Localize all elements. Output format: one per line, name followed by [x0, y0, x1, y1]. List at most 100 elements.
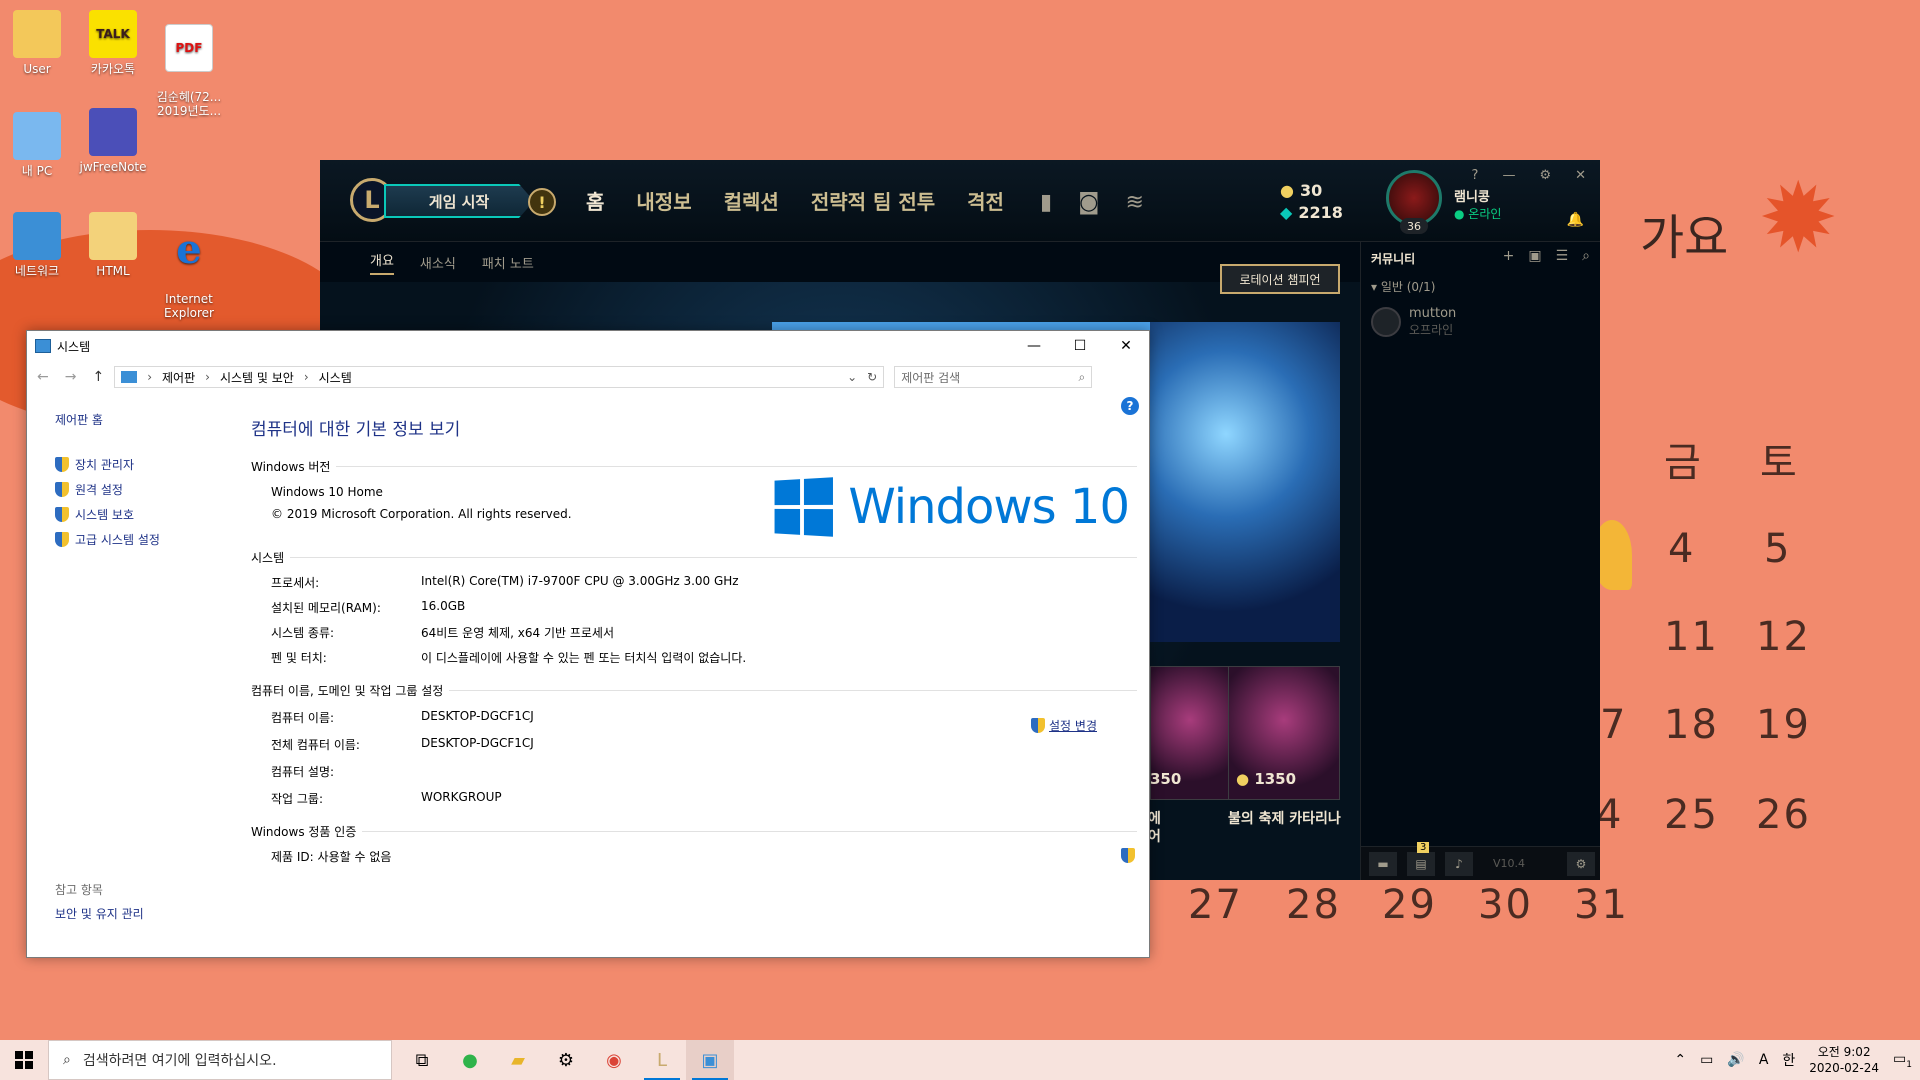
social-icons: + ▣ ☰ ⌕ — [1503, 248, 1590, 264]
breadcrumb-control-panel[interactable]: 제어판 — [162, 369, 195, 386]
add-friend-icon[interactable]: + — [1503, 248, 1515, 264]
nav-home[interactable]: 홈 — [570, 186, 620, 215]
back-icon[interactable]: ← — [37, 369, 49, 385]
chat-icon[interactable]: ▬ — [1369, 851, 1397, 876]
breadcrumb-system[interactable]: 시스템 — [319, 369, 352, 386]
nav-profile[interactable]: 내정보 — [620, 186, 707, 215]
file-explorer-icon[interactable]: ▰ — [494, 1040, 542, 1080]
league-window-controls: ? — ⚙ ✕ — [1472, 168, 1586, 183]
desktop-icon-network[interactable]: 네트워크 — [0, 212, 74, 278]
minimize-icon[interactable]: — — [1502, 168, 1515, 183]
address-bar[interactable]: › 제어판 › 시스템 및 보안 › 시스템 ⌄ ↻ — [114, 366, 885, 388]
desktop-icon-label: 네트워크 — [14, 264, 60, 278]
change-settings-link[interactable]: 설정 변경 — [1031, 717, 1097, 734]
forward-icon[interactable]: → — [65, 369, 77, 385]
currency-display[interactable]: ● 30 ◆ 2218 — [1280, 180, 1343, 224]
taskbar-search[interactable]: ⌕ 검색하려면 여기에 입력하십시오. — [48, 1040, 392, 1080]
search-icon[interactable]: ⌕ — [1582, 248, 1590, 264]
chevron-up-icon[interactable]: ⌃ — [1674, 1052, 1686, 1068]
up-icon[interactable]: ↑ — [92, 369, 104, 385]
missions-icon[interactable]: ▤ 3 — [1407, 841, 1435, 876]
breadcrumb-system-security[interactable]: 시스템 및 보안 — [220, 369, 294, 386]
subnav-overview[interactable]: 개요 — [370, 250, 394, 275]
subnav-patch-notes[interactable]: 패치 노트 — [482, 253, 534, 272]
calendar-day: 12 — [1756, 614, 1811, 660]
featured-splash-art[interactable] — [1150, 322, 1340, 642]
clock-date: 2020-02-24 — [1809, 1061, 1880, 1075]
summoner-info[interactable]: 램니콩 ● 온라인 — [1454, 186, 1501, 222]
nav-tft[interactable]: 전략적 팀 전투 — [795, 186, 951, 215]
loot-icon[interactable]: ▮ — [1040, 190, 1052, 215]
store-icon[interactable]: ◙ — [1078, 190, 1099, 215]
league-subnav: 개요 새소식 패치 노트 — [320, 242, 1360, 282]
green-app-icon[interactable]: ● — [446, 1040, 494, 1080]
friend-group[interactable]: ▾ 일반 (0/1) — [1371, 278, 1435, 295]
calendar-day: 25 — [1664, 792, 1719, 838]
blue-essence-icon: ◆ — [1280, 203, 1293, 222]
notification-center-icon[interactable]: ▭1 — [1893, 1051, 1912, 1070]
desktop-icon-label: jwFreeNote — [79, 160, 147, 174]
advanced-settings-link[interactable]: 고급 시스템 설정 — [55, 531, 255, 548]
social-panel: 커뮤니티 + ▣ ☰ ⌕ ▾ 일반 (0/1) mutton 오프라인 ▬ ▤ 3… — [1360, 242, 1600, 880]
subnav-news[interactable]: 새소식 — [420, 253, 456, 272]
friend-item[interactable]: mutton 오프라인 — [1371, 306, 1456, 338]
rotation-champions-button[interactable]: 로테이션 챔피언 — [1220, 264, 1340, 294]
settings-icon[interactable]: ⚙ — [542, 1040, 590, 1080]
security-maintenance-link[interactable]: 보안 및 유지 관리 — [55, 905, 144, 922]
desktop-icon-kakaotalk[interactable]: TALK 카카오톡 — [76, 10, 150, 76]
folder-user-icon — [13, 10, 61, 58]
chevron-down-icon[interactable]: ⌄ — [847, 370, 857, 384]
windows-10-logo: Windows 10 — [772, 477, 1130, 537]
main-pane: 컴퓨터에 대한 기본 정보 보기 Windows 버전 Windows 10 H… — [251, 415, 1137, 865]
summoner-status: ● 온라인 — [1454, 207, 1502, 221]
remote-settings-link[interactable]: 원격 설정 — [55, 481, 255, 498]
coins-icon[interactable]: ≋ — [1125, 190, 1143, 215]
desktop-icon-user[interactable]: User — [0, 10, 74, 76]
desktop-icon-html[interactable]: HTML — [76, 212, 150, 278]
voice-icon[interactable]: ♪ — [1445, 851, 1473, 876]
nav-clash[interactable]: 격전 — [951, 186, 1020, 215]
ime-hangul-indicator[interactable]: 한 — [1782, 1050, 1795, 1070]
social-footer: ▬ ▤ 3 ♪ V10.4 ⚙ — [1361, 841, 1600, 880]
clock[interactable]: 오전 9:02 2020-02-24 — [1809, 1044, 1879, 1076]
nav-collection[interactable]: 컬렉션 — [708, 186, 795, 215]
calendar-fri-header: 금 — [1664, 440, 1703, 486]
system-title-bar[interactable]: 시스템 — [27, 331, 1149, 361]
help-icon[interactable]: ? — [1121, 397, 1139, 415]
folder-add-icon[interactable]: ▣ — [1528, 248, 1541, 264]
play-button[interactable]: 게임 시작 — [384, 184, 534, 218]
minimize-icon[interactable]: — — [1011, 331, 1057, 361]
alert-icon[interactable]: ! — [528, 188, 556, 216]
gear-icon[interactable]: ⚙ — [1539, 168, 1551, 183]
maximize-icon[interactable]: ☐ — [1057, 331, 1103, 361]
volume-icon[interactable]: 🔊 — [1727, 1052, 1744, 1068]
pen-touch-row: 펜 및 터치: 이 디스플레이에 사용할 수 있는 펜 또는 터치식 입력이 없습… — [271, 651, 747, 665]
control-panel-home-link[interactable]: 제어판 홈 — [55, 411, 255, 428]
calendar-day: 31 — [1574, 882, 1629, 928]
taskbar-search-placeholder: 검색하려면 여기에 입력하십시오. — [82, 1053, 277, 1069]
list-icon[interactable]: ☰ — [1556, 248, 1569, 264]
chrome-icon[interactable]: ◉ — [590, 1040, 638, 1080]
network-icon[interactable]: ▭ — [1700, 1052, 1713, 1068]
settings-gear-icon[interactable]: ⚙ — [1567, 851, 1595, 876]
bell-icon[interactable]: 🔔 — [1567, 212, 1584, 228]
search-icon: ⌕ — [1078, 369, 1086, 384]
ime-mode-indicator[interactable]: A — [1759, 1052, 1769, 1068]
desktop-icon-jwfreenote[interactable]: jwFreeNote — [76, 108, 150, 174]
task-view-icon[interactable]: ⧉ — [398, 1040, 446, 1080]
start-button[interactable] — [0, 1040, 48, 1080]
desktop-icon-internet-explorer[interactable]: e Internet Explorer — [152, 212, 226, 334]
friend-name: mutton — [1409, 306, 1457, 321]
league-icon[interactable]: L — [638, 1040, 686, 1080]
device-manager-link[interactable]: 장치 관리자 — [55, 456, 255, 473]
refresh-icon[interactable]: ↻ — [867, 370, 877, 384]
help-icon[interactable]: ? — [1472, 168, 1479, 183]
system-protection-link[interactable]: 시스템 보호 — [55, 506, 255, 523]
close-icon[interactable]: ✕ — [1103, 331, 1149, 361]
control-panel-icon[interactable]: ▣ — [686, 1040, 734, 1080]
search-input[interactable]: 제어판 검색 ⌕ — [894, 366, 1093, 388]
close-icon[interactable]: ✕ — [1575, 168, 1586, 183]
desktop-icon-this-pc[interactable]: 내 PC — [0, 112, 74, 178]
desktop-icon-pdf[interactable]: PDF 김순혜(72... 2019년도... — [152, 10, 226, 132]
workgroup-row: 작업 그룹: WORKGROUP — [271, 790, 502, 806]
